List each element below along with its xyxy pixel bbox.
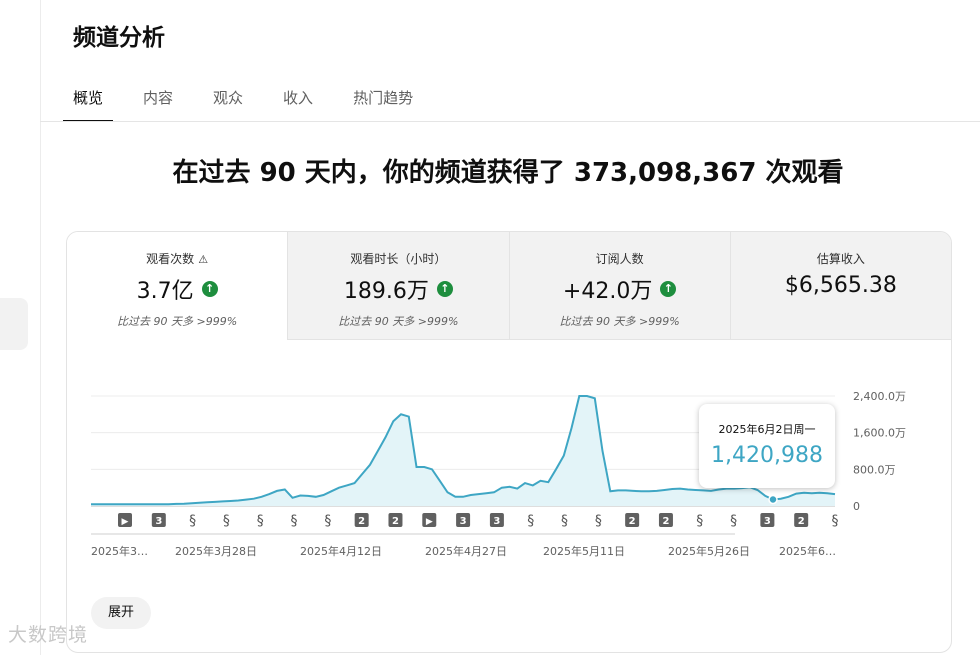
y-tick-label: 0 [853,500,860,513]
marker-label: 2 [629,516,636,527]
x-tick-label: 2025年3月28日 [175,544,257,558]
marker-label: 2 [798,516,805,527]
metric-subscribers-label: 订阅人数 [595,252,644,266]
shorts-marker-icon: § [832,513,839,529]
shorts-marker-icon: § [257,513,264,529]
metric-revenue-value: $6,565.38 [784,273,897,298]
shorts-marker-icon: § [291,513,298,529]
marker-label: 3 [155,516,162,527]
tab-overview[interactable]: 概览 [63,82,114,122]
marker-label: 2 [392,516,399,527]
metric-subscribers-value: +42.0万 [562,279,653,304]
metric-subscribers-sub: 比过去 90 天多 >999% [559,315,680,328]
tab-revenue[interactable]: 收入 [283,82,313,120]
marker-label: ▶ [122,517,129,527]
metric-row: 观看次数 ⚠ 3.7亿 ↑ 比过去 90 天多 >999% 观看时长（小时） 189… [67,232,951,340]
metric-views-sub: 比过去 90 天多 >999% [117,315,238,328]
marker-label: 2 [662,516,669,527]
marker-label: 3 [764,516,771,527]
x-tick-label: 2025年4月12日 [300,544,382,558]
page-title: 频道分析 [73,25,165,51]
y-tick-label: 800.0万 [853,463,896,476]
shorts-marker-icon: § [595,513,602,529]
shorts-marker-icon: § [189,513,196,529]
metric-watch-time-value: 189.6万 [343,279,429,304]
shorts-marker-icon: § [527,513,534,529]
tabs-divider [40,121,980,122]
metric-views-label: 观看次数 [146,252,195,266]
y-tick-label: 1,600.0万 [853,427,906,440]
shorts-marker-icon: § [223,513,230,529]
warning-icon[interactable]: ⚠ [198,253,208,266]
tab-content[interactable]: 内容 [143,82,173,120]
shorts-marker-icon: § [730,513,737,529]
x-tick-label: 2025年6… [779,544,836,558]
analytics-card: 观看次数 ⚠ 3.7亿 ↑ 比过去 90 天多 >999% 观看时长（小时） 189… [66,231,952,653]
tab-audience[interactable]: 观众 [213,82,243,120]
x-tick-label: 2025年4月27日 [425,544,507,558]
watermark: 大数跨境 [8,624,89,646]
metric-views[interactable]: 观看次数 ⚠ 3.7亿 ↑ 比过去 90 天多 >999% [67,232,289,340]
y-tick-label: 2,400.0万 [853,390,906,403]
x-tick-label: 2025年3… [91,544,148,558]
tooltip-value: 1,420,988 [711,443,823,468]
marker-label: 3 [493,516,500,527]
x-tick-label: 2025年5月26日 [668,544,750,558]
shorts-marker-icon: § [561,513,568,529]
metric-subscribers[interactable]: 订阅人数 +42.0万 ↑ 比过去 90 天多 >999% [509,232,731,340]
metric-watch-time-sub: 比过去 90 天多 >999% [338,315,459,328]
metric-watch-time-label: 观看时长（小时） [350,252,447,266]
marker-label: 2 [358,516,365,527]
headline: 在过去 90 天内，你的频道获得了 373,098,367 次观看 [172,158,844,188]
chart-tooltip: 2025年6月2日周一 1,420,988 [699,404,835,488]
metric-revenue-label: 估算收入 [816,252,865,266]
shorts-marker-icon: § [324,513,331,529]
arrow-up-icon: ↑ [436,281,453,297]
marker-label: 3 [460,516,467,527]
left-rail-stub[interactable] [0,298,28,350]
expand-button[interactable]: 展开 [91,597,151,629]
arrow-up-icon: ↑ [660,281,677,297]
marker-label: ▶ [426,517,433,527]
metric-watch-time[interactable]: 观看时长（小时） 189.6万 ↑ 比过去 90 天多 >999% [288,232,510,340]
arrow-up-icon: ↑ [201,281,218,297]
tooltip-date: 2025年6月2日周一 [718,423,816,436]
metric-revenue[interactable]: 估算收入 $6,565.38 [730,232,951,340]
highlight-point [768,494,778,505]
metric-views-value: 3.7亿 [136,279,194,304]
x-tick-label: 2025年5月11日 [543,544,625,558]
shorts-marker-icon: § [696,513,703,529]
left-rail [0,0,41,655]
tab-bar: 概览 内容 观众 收入 热门趋势 [63,82,453,122]
tab-trends[interactable]: 热门趋势 [353,82,413,120]
